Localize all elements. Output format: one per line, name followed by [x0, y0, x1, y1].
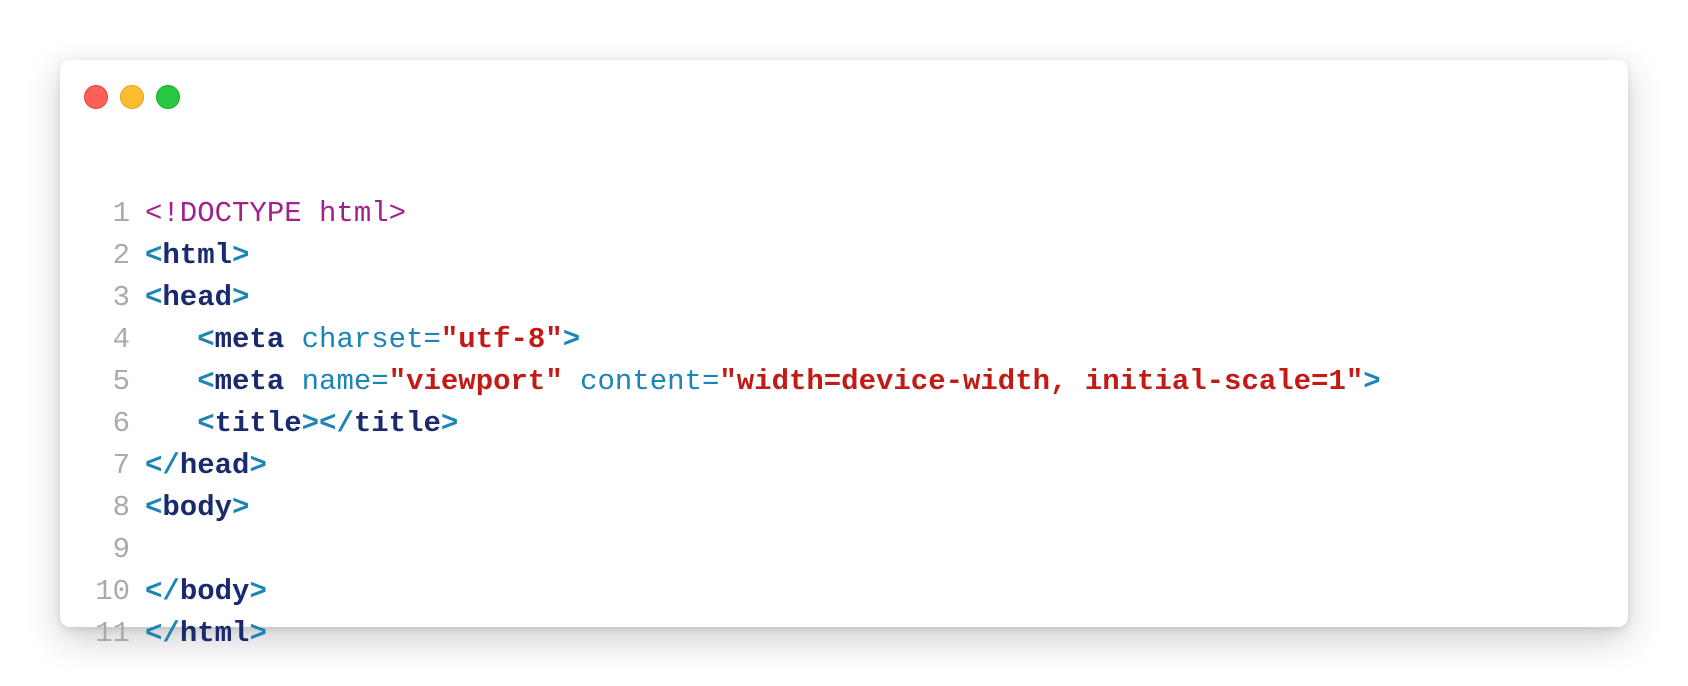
- line-number: 2: [112, 239, 130, 272]
- code-line: 6 <title></title>: [60, 403, 1381, 445]
- tag-bracket: </: [145, 449, 180, 482]
- line-number: 9: [112, 533, 130, 566]
- tag-name: html: [162, 239, 233, 272]
- tag-bracket: >: [249, 575, 267, 608]
- line-number: 1: [112, 197, 130, 230]
- line-number: 6: [112, 407, 130, 440]
- tag-bracket: <: [197, 323, 215, 356]
- line-number: 10: [95, 575, 130, 608]
- zoom-button[interactable]: [156, 85, 180, 109]
- tag-bracket: >: [440, 407, 459, 440]
- code-line: 8 <body>: [60, 487, 1381, 529]
- tag-bracket: >: [562, 323, 581, 356]
- code-window: 1 <!DOCTYPE html> 2 <html> 3 <head> 4 <m…: [60, 60, 1628, 650]
- code-line: 11 </html>: [60, 613, 1381, 655]
- doctype-declaration: <!DOCTYPE html>: [145, 197, 407, 230]
- attribute-name: charset: [301, 323, 424, 356]
- close-button[interactable]: [84, 85, 108, 109]
- attribute-value: "viewport": [388, 365, 563, 398]
- line-number: 11: [95, 617, 130, 650]
- line-number: 5: [112, 365, 130, 398]
- tag-name: head: [162, 281, 233, 314]
- tag-bracket: </: [145, 617, 180, 650]
- tag-bracket: <: [197, 365, 215, 398]
- code-line: 9: [60, 529, 1381, 571]
- tag-bracket: <: [145, 491, 163, 524]
- line-number: 7: [112, 449, 130, 482]
- tag-bracket: >: [1363, 365, 1381, 398]
- attribute-equals: =: [371, 365, 389, 398]
- tag-bracket: >: [249, 449, 267, 482]
- attribute-equals: =: [423, 323, 441, 356]
- tag-name: meta: [214, 323, 285, 356]
- tag-bracket: </: [145, 575, 180, 608]
- minimize-button[interactable]: [120, 85, 144, 109]
- tag-bracket: >: [232, 281, 250, 314]
- code-line: 5 <meta name="viewport" content="width=d…: [60, 361, 1381, 403]
- tag-name: head: [179, 449, 250, 482]
- attribute-name: name: [301, 365, 372, 398]
- line-number: 8: [112, 491, 130, 524]
- line-number: 4: [112, 323, 130, 356]
- attribute-value: "width=device-width, initial-scale=1": [719, 365, 1364, 398]
- code-line: 2 <html>: [60, 235, 1381, 277]
- tag-name: title: [353, 407, 441, 440]
- tag-name: body: [162, 491, 233, 524]
- tag-name: body: [179, 575, 250, 608]
- code-line: 1 <!DOCTYPE html>: [60, 193, 1381, 235]
- tag-bracket: <: [197, 407, 215, 440]
- window-controls: [84, 85, 180, 109]
- tag-bracket: <: [145, 239, 163, 272]
- tag-name: meta: [214, 365, 285, 398]
- tag-bracket: ></: [301, 407, 354, 440]
- code-line: 3 <head>: [60, 277, 1381, 319]
- tag-name: title: [214, 407, 302, 440]
- tag-name: html: [179, 617, 250, 650]
- tag-bracket: >: [232, 239, 250, 272]
- tag-bracket: <: [145, 281, 163, 314]
- code-block: 1 <!DOCTYPE html> 2 <html> 3 <head> 4 <m…: [60, 193, 1381, 655]
- line-number: 3: [112, 281, 130, 314]
- code-line: 4 <meta charset="utf-8">: [60, 319, 1381, 361]
- code-line: 10 </body>: [60, 571, 1381, 613]
- attribute-name: content: [580, 365, 702, 398]
- attribute-equals: =: [701, 365, 720, 398]
- tag-bracket: >: [232, 491, 250, 524]
- code-line: 7 </head>: [60, 445, 1381, 487]
- tag-bracket: >: [249, 617, 267, 650]
- attribute-value: "utf-8": [440, 323, 563, 356]
